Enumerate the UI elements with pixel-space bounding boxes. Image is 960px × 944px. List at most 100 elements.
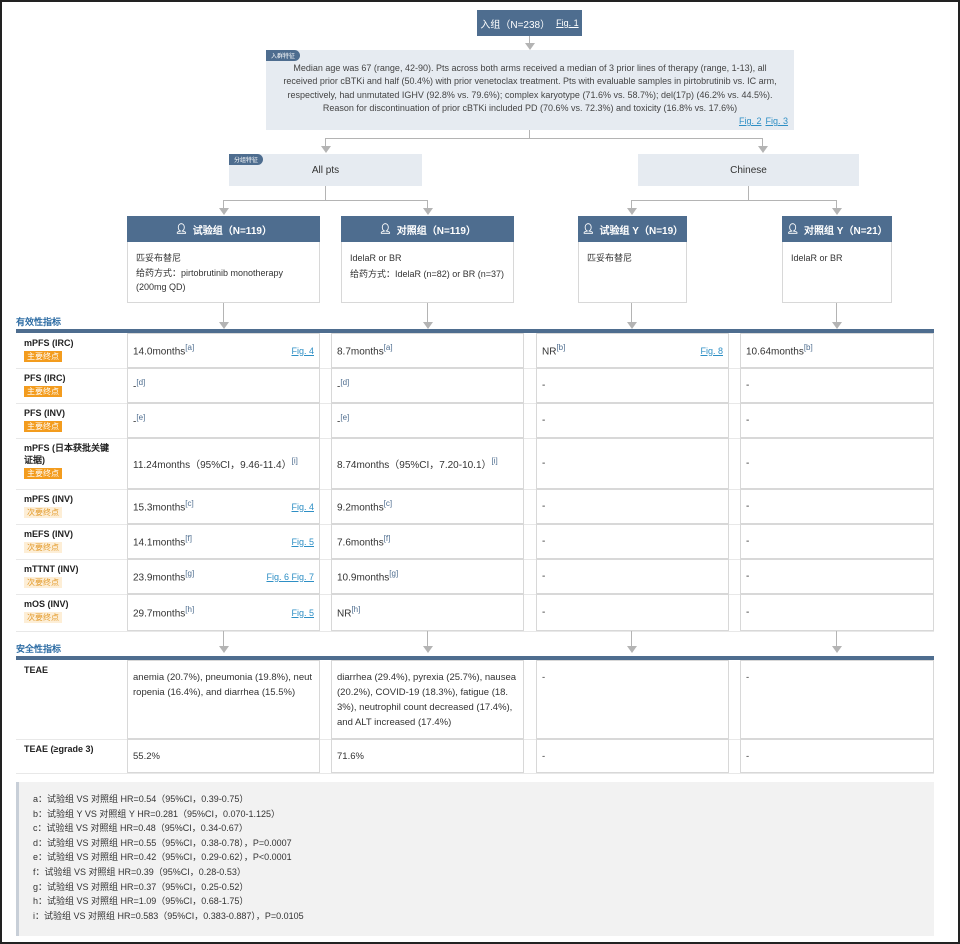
secondary-endpoint-badge: 次要终点 <box>24 577 62 588</box>
table-cell: -[d] <box>331 368 524 403</box>
arm-drug: 匹妥布替尼 <box>136 253 182 263</box>
table-cell: 55.2% <box>127 739 320 773</box>
user-icon: 👤︎ <box>175 223 188 235</box>
connector <box>762 138 763 146</box>
cell-value-text: 14.1months <box>133 537 186 549</box>
cell-value: - <box>542 415 723 426</box>
table-cell: 9.2months[c] <box>331 489 524 524</box>
baseline-fig3-link[interactable]: Fig. 3 <box>765 116 788 126</box>
table-cell: 10.9months[g] <box>331 559 524 594</box>
connector <box>325 138 763 139</box>
footnote-ref[interactable]: [d] <box>136 378 145 387</box>
cell-value: NR[b] <box>542 343 700 357</box>
arm-title: 试验组（N=119） <box>192 225 272 237</box>
cell-value-text: - <box>542 571 546 582</box>
arm-header-trial-y[interactable]: 👤︎ 试验组 Y（N=19） <box>578 216 687 242</box>
row-label: mPFS (INV) 次要终点 <box>16 489 124 524</box>
footnote-ref[interactable]: [g] <box>389 569 398 578</box>
row-label: mPFS (IRC) 主要终点 <box>16 333 124 368</box>
connector <box>223 631 224 647</box>
subgroup-all-label: All pts <box>311 164 340 176</box>
cell-value: 71.6% <box>337 750 364 762</box>
footnote-ref[interactable]: [c] <box>185 499 193 508</box>
cell-value-text: - <box>542 501 546 512</box>
footnote-ref[interactable]: [f] <box>384 534 391 543</box>
cell-value: - <box>746 415 928 426</box>
footnote-ref[interactable]: [h] <box>351 605 360 614</box>
cell-value-text: - <box>746 536 750 547</box>
arm-header-control[interactable]: 👤︎ 对照组（N=119） <box>341 216 514 242</box>
cell-value: - <box>746 672 750 683</box>
figure-link[interactable]: Fig. 5 <box>291 537 314 547</box>
baseline-text: Median age was 67 (range, 42-90). Pts ac… <box>283 63 777 114</box>
table-cell: - <box>740 559 934 594</box>
footnote-ref[interactable]: [d] <box>340 378 349 387</box>
footnote-item: a：试验组 VS 对照组 HR=0.54（95%CI，0.39-0.75） <box>33 794 249 804</box>
arm-regimen: 给药方式：pirtobrutinib monotherapy (200mg QD… <box>136 268 284 292</box>
cell-value: - <box>746 750 750 762</box>
cell-value-text: 10.9months <box>337 572 390 584</box>
arm-body-control: IdelaR or BR 给药方式：IdelaR (n=82) or BR (n… <box>341 242 514 303</box>
cell-value-text: 11.24months（95%CI，9.46-11.4） <box>133 460 292 471</box>
cell-value: - <box>542 571 723 582</box>
cell-value: - <box>746 607 928 618</box>
connector <box>631 200 632 208</box>
figure-link[interactable]: Fig. 5 <box>291 608 314 618</box>
footnote-ref[interactable]: [f] <box>185 534 192 543</box>
cell-value: - <box>746 536 928 547</box>
cell-value-text: 10.64months <box>746 346 804 358</box>
figure-link[interactable]: Fig. 6 Fig. 7 <box>266 572 314 582</box>
connector <box>223 200 428 201</box>
footnote-ref[interactable]: [b] <box>804 343 813 352</box>
footnote-ref[interactable]: [a] <box>384 343 393 352</box>
table-cell: - <box>536 438 729 489</box>
cell-value-text: 9.2months <box>337 502 384 514</box>
table-cell: 29.7months[h] Fig. 5 <box>127 594 320 631</box>
table-cell: - <box>740 368 934 403</box>
footnote-ref[interactable]: [c] <box>384 499 392 508</box>
arm-header-control-y[interactable]: 👤︎ 对照组 Y（N=21） <box>782 216 892 242</box>
row-label: mTTNT (INV) 次要终点 <box>16 559 124 594</box>
row-label: mEFS (INV) 次要终点 <box>16 524 124 559</box>
footnote-ref[interactable]: [b] <box>556 343 565 352</box>
connector <box>325 138 326 146</box>
table-cell: - <box>536 660 729 739</box>
footnote-ref[interactable]: [g] <box>185 569 194 578</box>
figure-link[interactable]: Fig. 8 <box>700 346 723 356</box>
figure-link[interactable]: Fig. 4 <box>291 346 314 356</box>
cell-value: - <box>746 501 928 512</box>
cell-value: -[e] <box>337 413 518 427</box>
primary-endpoint-badge: 主要终点 <box>24 421 62 432</box>
cell-value: 23.9months[g] <box>133 569 266 583</box>
footnote-ref[interactable]: [h] <box>185 605 194 614</box>
table-cell: 8.74months（95%CI，7.20-10.1）[i] <box>331 438 524 489</box>
enroll-box[interactable]: 入组（N=238） Fig. 1 <box>477 10 582 36</box>
cell-value-text: - <box>542 458 546 469</box>
cell-value: anemia (20.7%), pneumonia (19.8%), neutr… <box>133 672 313 698</box>
cell-value: diarrhea (29.4%), pyrexia (25.7%), nause… <box>337 672 517 728</box>
arm-body-control-y: IdelaR or BR <box>782 242 892 303</box>
arm-title: 对照组（N=119） <box>396 225 476 237</box>
cell-value: 14.1months[f] <box>133 534 291 548</box>
cell-value: - <box>542 750 546 762</box>
footnote-ref[interactable]: [e] <box>136 413 145 422</box>
cell-value: - <box>542 536 723 547</box>
footnote-ref[interactable]: [e] <box>340 413 349 422</box>
cell-value: 8.7months[a] <box>337 343 518 357</box>
footnote-ref[interactable]: [a] <box>185 343 194 352</box>
enroll-label: 入组（N=238） <box>480 19 551 31</box>
footnote-ref[interactable]: [i] <box>292 457 298 466</box>
arm-header-trial[interactable]: 👤︎ 试验组（N=119） <box>127 216 320 242</box>
connector <box>836 631 837 647</box>
baseline-fig2-link[interactable]: Fig. 2 <box>739 116 762 126</box>
table-cell: 8.7months[a] <box>331 333 524 368</box>
cell-value-text: NR <box>542 346 557 358</box>
enroll-fig-link[interactable]: Fig. 1 <box>556 18 579 28</box>
table-cell: 10.64months[b] <box>740 333 934 368</box>
arrow-icon <box>423 646 433 653</box>
footnote-ref[interactable]: [i] <box>492 457 498 466</box>
cell-value: 11.24months（95%CI，9.46-11.4）[i] <box>133 456 314 471</box>
table-cell: 14.0months[a] Fig. 4 <box>127 333 320 368</box>
connector <box>223 200 224 208</box>
figure-link[interactable]: Fig. 4 <box>291 502 314 512</box>
